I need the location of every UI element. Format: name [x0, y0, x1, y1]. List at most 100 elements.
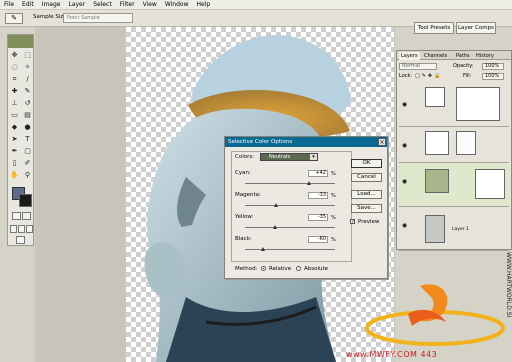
eraser-tool-icon[interactable]: ▭ — [9, 110, 20, 121]
shape-tool-icon[interactable]: ▢ — [22, 146, 33, 157]
menu-filter[interactable]: Filter — [120, 0, 135, 10]
magic-wand-tool-icon[interactable]: ✧ — [22, 62, 33, 73]
menu-layer[interactable]: Layer — [68, 0, 85, 10]
standard-mode-icon[interactable] — [12, 212, 21, 220]
slice-tool-icon[interactable]: ∕ — [22, 74, 33, 85]
menu-file[interactable]: File — [4, 0, 14, 10]
tab-layers[interactable]: Layers — [399, 52, 420, 60]
menu-help[interactable]: Help — [197, 0, 211, 10]
absolute-label: Absolute — [304, 266, 329, 272]
menu-select[interactable]: Select — [93, 0, 112, 10]
history-brush-tool-icon[interactable]: ↺ — [22, 98, 33, 109]
layers-panel: Layers Channels Paths History Normal Opa… — [396, 50, 512, 251]
eyedropper-icon[interactable]: ✐ — [22, 158, 33, 169]
opacity-input[interactable]: 100% — [482, 63, 504, 70]
photoshop-window: File Edit Image Layer Select Filter View… — [0, 0, 512, 362]
eye-icon[interactable]: ◉ — [400, 141, 409, 150]
dialog-close-button[interactable]: × — [378, 138, 386, 146]
yellow-label: Yellow: — [235, 214, 254, 220]
menu-bar: File Edit Image Layer Select Filter View… — [0, 0, 512, 10]
blur-tool-icon[interactable]: ◆ — [9, 122, 20, 133]
gradient-tool-icon[interactable]: ▤ — [22, 110, 33, 121]
absolute-radio[interactable] — [296, 266, 301, 271]
pen-tool-icon[interactable]: ✒ — [9, 146, 20, 157]
menu-view[interactable]: View — [143, 0, 157, 10]
black-slider-thumb[interactable] — [261, 247, 265, 251]
yellow-slider-thumb[interactable] — [272, 225, 277, 229]
clone-stamp-tool-icon[interactable]: ⊥ — [9, 98, 20, 109]
healing-brush-tool-icon[interactable]: ✚ — [9, 86, 20, 97]
tab-tool-presets[interactable]: Tool Presets — [414, 22, 454, 34]
screen-mode-full-menu-icon[interactable] — [18, 225, 25, 233]
layer-row-selected[interactable]: ◉ — [399, 163, 509, 207]
layer-mask-thumbnail — [456, 131, 476, 155]
quick-mask-mode-icon[interactable] — [22, 212, 31, 220]
menu-window[interactable]: Window — [165, 0, 189, 10]
portrait-thumbnail — [425, 215, 445, 243]
screen-mode-full-icon[interactable] — [26, 225, 33, 233]
tab-paths[interactable]: Paths — [454, 52, 472, 60]
relative-label: Relative — [269, 266, 292, 272]
type-tool-icon[interactable]: T — [22, 134, 33, 145]
menu-image[interactable]: Image — [42, 0, 61, 10]
preview-checkbox[interactable]: ✓ — [350, 219, 355, 225]
ok-button[interactable]: OK — [351, 159, 382, 168]
screen-mode-standard-icon[interactable] — [10, 225, 17, 233]
selective-color-dialog: Selective Color Options × Colors: Neutra… — [224, 136, 388, 279]
colors-select[interactable]: Neutrals ▾ — [260, 153, 318, 161]
magenta-slider-thumb[interactable] — [273, 203, 278, 207]
eye-icon[interactable]: ◉ — [400, 177, 409, 186]
layers-panel-tabs: Layers Channels Paths History — [397, 51, 511, 60]
black-input[interactable]: -60 — [308, 236, 328, 243]
layer-row[interactable]: ◉ — [399, 83, 509, 127]
brush-tool-icon[interactable]: ✎ — [22, 86, 33, 97]
notes-tool-icon[interactable]: ▯ — [9, 158, 20, 169]
dodge-tool-icon[interactable]: ● — [22, 122, 33, 133]
blend-mode-select[interactable]: Normal — [399, 63, 437, 70]
marquee-tool-icon[interactable]: ⬚ — [22, 50, 33, 61]
cyan-slider-track[interactable] — [245, 183, 335, 184]
layer-row[interactable]: ◉ — [399, 127, 509, 163]
cyan-slider-thumb[interactable] — [306, 181, 311, 185]
layer-name: Layer 1 — [452, 227, 469, 232]
colors-select-value: Neutrals — [269, 154, 291, 160]
yellow-slider-track[interactable] — [245, 227, 335, 228]
jump-to-imageready-icon[interactable] — [16, 236, 25, 244]
cancel-button[interactable]: Cancel — [351, 173, 382, 182]
yellow-input[interactable]: -35 — [308, 214, 328, 221]
magenta-unit: % — [331, 193, 336, 199]
preview-label: Preview — [358, 219, 380, 225]
menu-edit[interactable]: Edit — [22, 0, 34, 10]
method-label: Method: — [235, 266, 258, 272]
tab-layer-comps[interactable]: Layer Comps — [456, 22, 496, 34]
adjustment-thumbnail — [425, 87, 445, 107]
black-slider-track[interactable] — [245, 249, 335, 250]
colors-group — [231, 151, 352, 262]
relative-radio[interactable] — [261, 266, 266, 271]
magenta-slider-track[interactable] — [245, 205, 335, 206]
fill-input[interactable]: 100% — [482, 73, 504, 80]
save-button[interactable]: Save... — [351, 204, 382, 213]
layer-row[interactable]: ◉ Layer 1 — [399, 207, 509, 251]
load-button[interactable]: Load... — [351, 190, 382, 199]
eye-icon[interactable]: ◉ — [400, 221, 409, 230]
sample-size-select[interactable]: Point Sample — [63, 13, 133, 23]
layer-mask-thumbnail — [456, 87, 500, 121]
options-bar: ✎ Sample Size: Point Sample Tool Presets… — [0, 10, 512, 34]
lock-icons[interactable]: ▢✎✥🔒 — [415, 72, 442, 81]
tab-channels[interactable]: Channels — [422, 52, 449, 60]
eye-icon[interactable]: ◉ — [400, 100, 409, 109]
path-selection-tool-icon[interactable]: ➤ — [9, 134, 20, 145]
hand-tool-icon[interactable]: ✋ — [9, 170, 20, 181]
crop-tool-icon[interactable]: ⌗ — [9, 74, 20, 85]
magenta-input[interactable]: -33 — [308, 192, 328, 199]
cyan-input[interactable]: +42 — [308, 170, 328, 177]
tab-history[interactable]: History — [474, 52, 496, 60]
background-color-swatch[interactable] — [19, 194, 32, 207]
eyedropper-tool-icon[interactable]: ✎ — [5, 13, 23, 24]
dialog-title: Selective Color Options — [225, 137, 387, 147]
black-label: Black: — [235, 236, 252, 242]
lasso-tool-icon[interactable]: ◌ — [9, 62, 20, 73]
zoom-tool-icon[interactable]: ⚲ — [22, 170, 33, 181]
move-tool-icon[interactable]: ✥ — [9, 50, 20, 61]
